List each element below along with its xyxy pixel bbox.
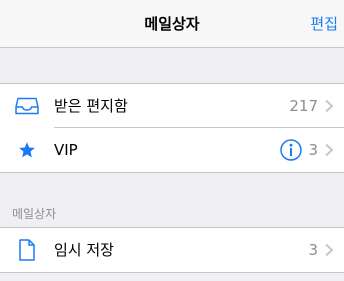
mailboxes-screen: 메일상자 편집 받은 편지함 217 VIP 3 메일상자 임시 저장 3 <box>0 0 344 281</box>
info-circle-icon[interactable] <box>280 139 303 161</box>
star-icon <box>12 128 42 172</box>
list-item-inbox[interactable]: 받은 편지함 217 <box>0 84 344 128</box>
drafts-count: 3 <box>308 241 318 259</box>
section-header: 메일상자 <box>12 207 57 221</box>
chevron-right-icon <box>325 243 334 257</box>
inbox-tray-icon <box>12 84 42 128</box>
navigation-bar: 메일상자 편집 <box>0 0 344 48</box>
inbox-count: 217 <box>289 97 318 115</box>
chevron-right-icon <box>325 143 334 157</box>
drafts-label: 임시 저장 <box>54 241 114 259</box>
vip-label: VIP <box>54 141 78 159</box>
page-title: 메일상자 <box>144 15 200 33</box>
account-mailboxes-group: 임시 저장 3 <box>0 227 344 273</box>
inbox-label: 받은 편지함 <box>54 97 128 115</box>
vip-count: 3 <box>308 141 318 159</box>
mailboxes-group: 받은 편지함 217 VIP 3 <box>0 83 344 173</box>
list-item-vip[interactable]: VIP 3 <box>0 128 344 172</box>
list-item-drafts[interactable]: 임시 저장 3 <box>0 228 344 272</box>
edit-button[interactable]: 편집 <box>310 0 338 48</box>
document-icon <box>12 228 42 272</box>
chevron-right-icon <box>325 99 334 113</box>
